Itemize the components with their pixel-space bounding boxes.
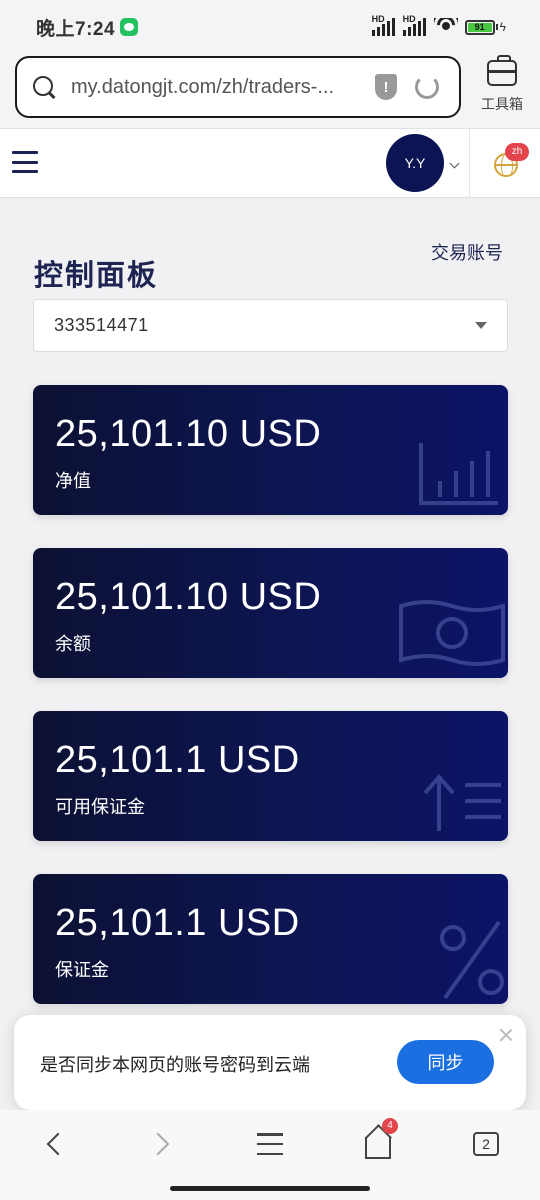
upload-list-icon <box>423 773 501 831</box>
status-time: 晚上7:24 <box>36 18 116 40</box>
toolbox-icon <box>487 55 517 86</box>
forward-icon <box>146 1132 170 1156</box>
trade-account-link[interactable]: 交易账号 <box>431 239 503 265</box>
wechat-notification-icon <box>120 18 139 36</box>
home-badge: 4 <box>382 1118 398 1134</box>
address-bar[interactable]: my.datongjt.com/zh/traders-... ! <box>15 56 461 118</box>
toolbox-button[interactable]: 工具箱 <box>476 55 528 118</box>
bar-chart-icon <box>419 443 498 505</box>
header-divider <box>469 129 470 199</box>
search-icon <box>31 74 57 100</box>
sync-message: 是否同步本网页的账号密码到云端 <box>40 1055 310 1075</box>
forward-button[interactable] <box>140 1122 184 1166</box>
status-icons: HD HD 91 ϟ <box>371 14 506 36</box>
banknote-icon <box>399 600 505 666</box>
account-select[interactable]: 333514471 <box>33 299 508 352</box>
wifi-icon <box>433 18 458 36</box>
card-amount: 25,101.10 USD <box>55 576 322 618</box>
margin-card: 25,101.1 USD 保证金 <box>33 874 508 1004</box>
card-amount: 25,101.1 USD <box>55 902 300 944</box>
url-text[interactable]: my.datongjt.com/zh/traders-... <box>71 76 361 99</box>
hd-label-2: HD <box>402 14 416 24</box>
language-badge[interactable]: zh <box>505 143 529 161</box>
status-bar: 晚上7:24 HD HD 91 ϟ <box>0 0 540 54</box>
hamburger-menu-icon[interactable] <box>12 151 38 173</box>
card-amount: 25,101.10 USD <box>55 413 322 455</box>
home-icon <box>365 1137 391 1159</box>
toolbox-label: 工具箱 <box>481 96 523 112</box>
avatar[interactable]: Y.Y <box>386 134 444 192</box>
card-amount: 25,101.1 USD <box>55 739 300 781</box>
equity-card: 25,101.10 USD 净值 <box>33 385 508 515</box>
free-margin-card: 25,101.1 USD 可用保证金 <box>33 711 508 841</box>
tabs-count: 2 <box>473 1132 499 1156</box>
sync-password-popup: 是否同步本网页的账号密码到云端 同步 <box>14 1015 526 1110</box>
tabs-button[interactable]: 2 <box>464 1122 508 1166</box>
cellular-signal-icon: HD <box>371 14 396 36</box>
security-shield-icon[interactable]: ! <box>375 74 397 100</box>
back-icon <box>46 1132 70 1156</box>
site-header: Y.Y zh <box>0 128 540 199</box>
card-label: 余额 <box>55 634 91 654</box>
battery-level: 91 <box>467 22 492 32</box>
page-title: 控制面板 <box>34 260 159 292</box>
refresh-icon[interactable] <box>415 75 439 99</box>
card-label: 保证金 <box>55 960 109 980</box>
card-label: 净值 <box>55 471 91 491</box>
cellular-signal-icon-2: HD <box>402 14 427 36</box>
menu-icon <box>257 1133 283 1155</box>
hd-label: HD <box>371 14 385 24</box>
sync-button[interactable]: 同步 <box>397 1040 494 1084</box>
percent-icon <box>440 920 504 1000</box>
close-icon[interactable] <box>498 1027 514 1043</box>
back-button[interactable] <box>32 1122 76 1166</box>
card-label: 可用保证金 <box>55 797 145 817</box>
chevron-down-icon[interactable] <box>449 158 460 169</box>
browser-toolbar: my.datongjt.com/zh/traders-... ! 工具箱 <box>0 54 540 128</box>
caret-down-icon <box>475 322 487 329</box>
account-select-value: 333514471 <box>54 315 149 335</box>
balance-card: 25,101.10 USD 余额 <box>33 548 508 678</box>
battery-icon: 91 ϟ <box>464 19 506 35</box>
gesture-bar[interactable] <box>170 1186 370 1191</box>
menu-button[interactable] <box>248 1122 292 1166</box>
